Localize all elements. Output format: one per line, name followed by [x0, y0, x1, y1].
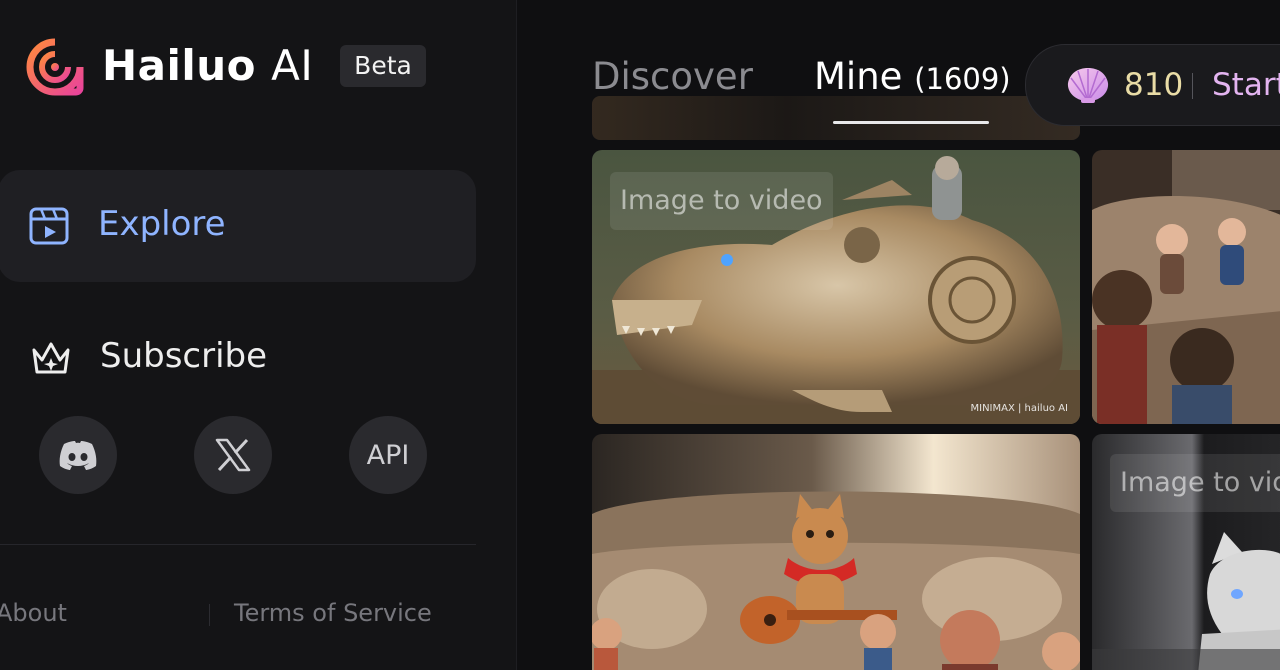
credits-pill[interactable]: 810 Start [1025, 44, 1280, 126]
beta-badge: Beta [340, 45, 426, 87]
sidebar-item-explore[interactable]: Explore [0, 170, 476, 282]
tab-mine[interactable]: Mine (1609) [814, 54, 1011, 102]
previous-card-edge[interactable] [592, 96, 1080, 140]
hailuo-logo-icon[interactable] [26, 38, 84, 96]
watermark: MINIMAX | hailuo AI [970, 403, 1069, 414]
video-card[interactable] [592, 434, 1080, 670]
footer-separator [209, 604, 210, 626]
discord-button[interactable] [39, 416, 117, 494]
active-tab-indicator [833, 121, 989, 124]
video-thumbnail [592, 434, 1080, 670]
sidebar-item-label: Explore [98, 204, 226, 244]
sidebar-divider [0, 544, 476, 545]
video-card[interactable]: Image to video [1092, 434, 1280, 670]
credits-separator [1192, 73, 1193, 99]
card-type-tag: Image to video [1110, 454, 1280, 512]
card-type-tag: Image to video [610, 172, 833, 230]
crown-icon [32, 342, 70, 374]
tab-discover[interactable]: Discover [592, 54, 753, 100]
brand-name-main: Hailuo [102, 41, 257, 90]
sidebar-item-subscribe[interactable]: Subscribe [0, 330, 478, 390]
about-link[interactable]: About [0, 596, 67, 630]
shell-icon [1067, 68, 1109, 103]
terms-of-service-link[interactable]: Terms of Service [234, 596, 432, 630]
video-card[interactable]: Image to video MINIMAX | hailuo AI [592, 150, 1080, 424]
explore-icon [29, 207, 69, 245]
x-button[interactable] [194, 416, 272, 494]
sidebar-item-label: Subscribe [100, 336, 268, 376]
tab-mine-count: (1609) [914, 62, 1011, 96]
tab-mine-label: Mine [814, 55, 903, 98]
main-content: Discover Mine (1609) 810 Start [517, 0, 1280, 670]
video-thumbnail [1092, 150, 1280, 424]
x-icon [215, 438, 251, 472]
start-link[interactable]: Start [1212, 65, 1280, 105]
brand-name-suffix: AI [271, 41, 314, 90]
sidebar: Hailuo AI Beta Explore Subscribe API Abo… [0, 0, 517, 670]
brand-name: Hailuo AI [102, 40, 313, 92]
video-card[interactable] [1092, 150, 1280, 424]
api-button[interactable]: API [349, 416, 427, 494]
credits-value: 810 [1124, 67, 1184, 103]
discord-icon [59, 441, 97, 470]
